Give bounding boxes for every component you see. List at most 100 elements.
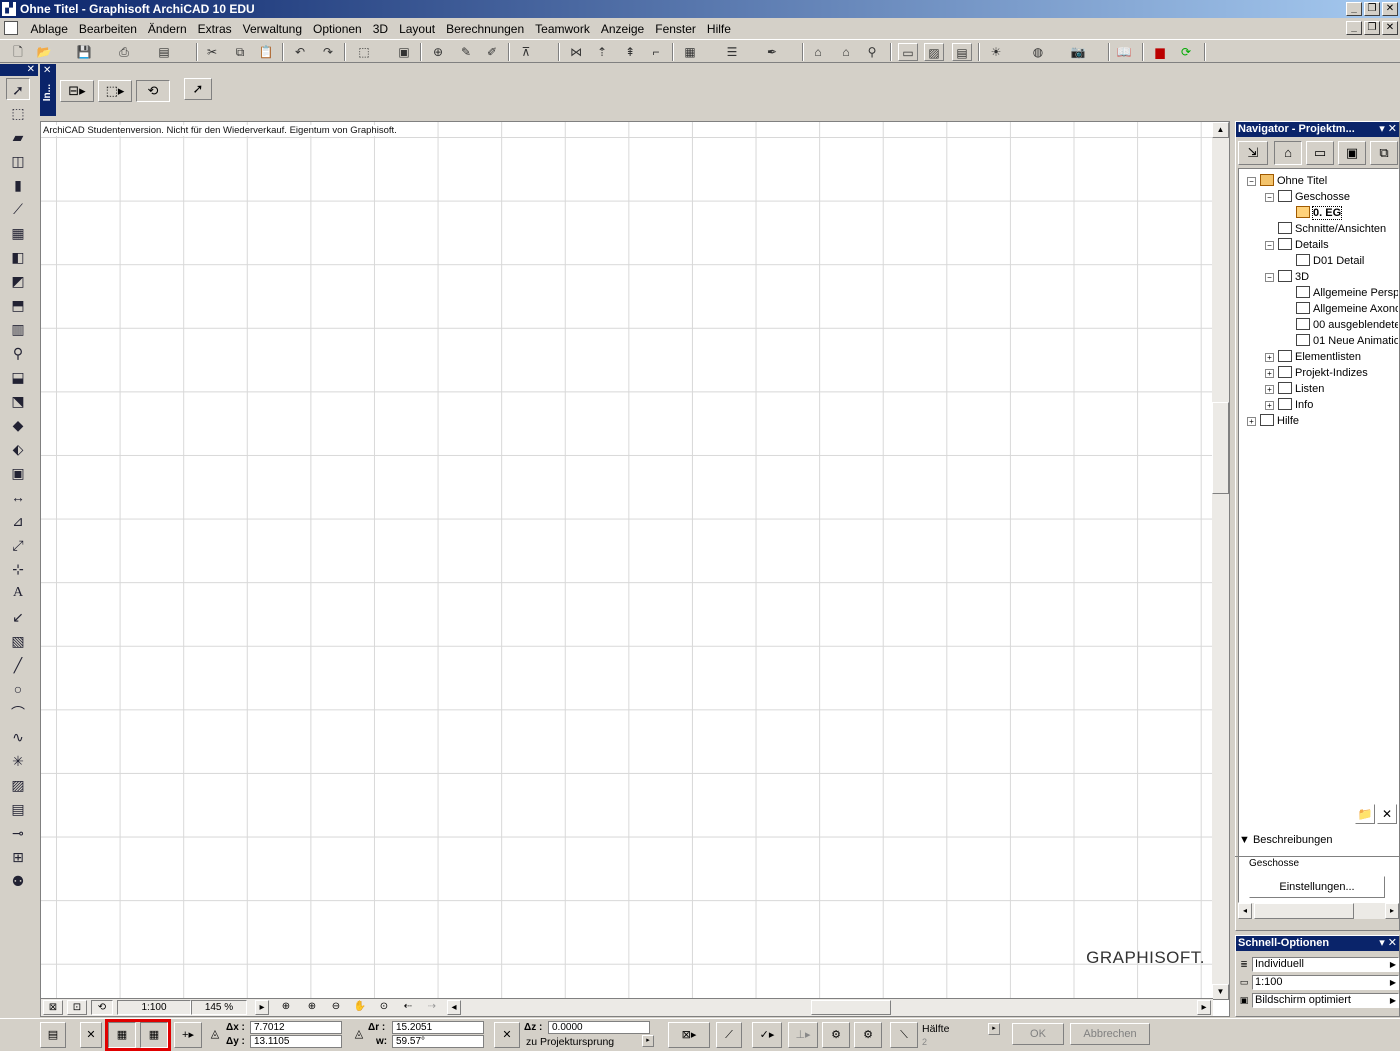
layout-icon[interactable]: ▤ [952, 43, 972, 61]
document-icon[interactable] [4, 21, 18, 35]
angle-field[interactable]: 59.57° [392, 1035, 484, 1048]
tree-item[interactable]: Schnitte/Ansichten [1265, 221, 1386, 237]
view-settings-icon[interactable]: ⊠ [43, 1000, 63, 1015]
beam-tool-icon[interactable]: ▮ [6, 174, 30, 196]
collapse-icon[interactable]: − [1265, 241, 1274, 250]
layout-book-tab[interactable]: ▣ [1338, 141, 1366, 165]
fill-tool-icon[interactable]: ↔ [6, 486, 30, 508]
redo-icon[interactable]: ↷ [318, 43, 338, 61]
scroll-left-icon[interactable]: ◂ [447, 1000, 461, 1015]
object-tool-icon[interactable]: ◧ [6, 246, 30, 268]
3d-explore-icon[interactable]: ⌂ [836, 43, 856, 61]
split-icon[interactable]: ⇡ [592, 43, 612, 61]
print-icon[interactable]: ⎙ [114, 43, 134, 61]
tree-item[interactable]: + Projekt-Indizes [1265, 365, 1368, 381]
constraint-icon[interactable]: ✓▸ [752, 1022, 782, 1048]
line-type-icon[interactable]: ☰ [722, 43, 742, 61]
drawing-tool-icon[interactable]: ╱ [6, 654, 30, 676]
refresh-icon[interactable]: ⟳ [1176, 43, 1196, 61]
line-tool-icon[interactable]: ⊿ [6, 510, 30, 532]
fit-window-icon[interactable]: ⊙ [373, 1000, 395, 1015]
quick-options-header[interactable]: Schnell-Optionen ▾ ✕ [1236, 936, 1399, 951]
level-dim-tool-icon[interactable]: ◆ [6, 414, 30, 436]
close-button[interactable]: ✕ [1382, 2, 1398, 16]
pick-icon[interactable]: ✐ [482, 43, 502, 61]
zoom-fit-icon[interactable]: ⊕ [275, 1000, 297, 1015]
tree-item[interactable]: − Details [1265, 237, 1329, 253]
camera-tool-icon[interactable]: ✳ [6, 750, 30, 772]
plot-icon[interactable]: ▤ [154, 43, 174, 61]
maximize-button[interactable]: ❐ [1364, 2, 1380, 16]
cursor-snap-icon[interactable]: +▸ [174, 1022, 202, 1048]
archicad-app-icon[interactable]: ▞ [2, 2, 16, 16]
vertical-scrollbar[interactable]: ▲ ▼ [1212, 122, 1229, 1000]
worksheet-tool-icon[interactable]: ▤ [6, 798, 30, 820]
new-folder-icon[interactable]: 📁 [1355, 804, 1375, 824]
elevate-icon[interactable]: ⇞ [620, 43, 640, 61]
lamp-tool-icon[interactable]: ◩ [6, 270, 30, 292]
menu-verwaltung[interactable]: Verwaltung [237, 22, 307, 36]
halfway-arrow-icon[interactable]: ▸ [988, 1023, 1000, 1035]
zone-tool-icon[interactable]: ⬓ [6, 366, 30, 388]
expand-icon[interactable]: + [1265, 385, 1274, 394]
grid-tool-icon[interactable]: ⊞ [6, 846, 30, 868]
section-tool-icon[interactable]: ○ [6, 678, 30, 700]
project-map-tab[interactable]: ⌂ [1274, 141, 1302, 165]
tree-item[interactable]: − Geschosse [1265, 189, 1350, 205]
copy-icon[interactable]: ⧉ [230, 43, 250, 61]
publisher-tab[interactable]: ⧉ [1370, 141, 1398, 165]
tree-item[interactable]: 0. EG [1283, 205, 1343, 221]
gravity-icon[interactable]: ⚙ [822, 1022, 850, 1048]
door-tool-icon[interactable]: ▦ [6, 222, 30, 244]
tree-item[interactable]: + Elementlisten [1265, 349, 1361, 365]
close-coordinates-icon[interactable]: ✕ [80, 1022, 102, 1048]
descriptions-section[interactable]: ▼ Beschreibungen [1239, 834, 1332, 846]
menu-extras[interactable]: Extras [192, 22, 237, 36]
menu-aendern[interactable]: Ändern [142, 22, 192, 36]
teamwork-icon[interactable]: ▆ [1150, 43, 1170, 61]
save-icon[interactable]: 💾 [74, 43, 94, 61]
doc-close-button[interactable]: ✕ [1382, 21, 1398, 35]
pencil-icon[interactable]: ✎ [456, 43, 476, 61]
view-map-tab[interactable]: ▭ [1306, 141, 1334, 165]
roof-tool-icon[interactable]: ▥ [6, 318, 30, 340]
zoom-in-icon[interactable]: ⊕ [301, 1000, 323, 1015]
render-icon[interactable]: ◍ [1028, 43, 1048, 61]
marquee-tool-icon[interactable]: ⬚ [6, 102, 30, 124]
arc-tool-icon[interactable]: ⤢ [6, 534, 30, 556]
hotspot-tool-icon[interactable]: ↙ [6, 606, 30, 628]
horizontal-scroll-thumb[interactable] [811, 1000, 891, 1015]
ok-button[interactable]: OK [1012, 1023, 1064, 1045]
toolbox-close-button[interactable]: ✕ [27, 64, 35, 75]
menu-3d[interactable]: 3D [367, 22, 393, 36]
dy-field[interactable]: 13.1105 [250, 1035, 342, 1048]
wall-tool-icon[interactable]: ▰ [6, 126, 30, 148]
spline-tool-icon[interactable]: A [6, 582, 30, 604]
parallel-icon[interactable]: ⊥▸ [788, 1022, 818, 1048]
doc-restore-button[interactable]: ❐ [1364, 21, 1380, 35]
navigator-mode-icon[interactable]: ⇲ [1238, 141, 1268, 165]
collapse-icon[interactable]: − [1247, 177, 1256, 186]
book-icon[interactable]: 📖 [1114, 43, 1134, 61]
snap-points-icon[interactable]: ⟍ [890, 1022, 918, 1048]
find-icon[interactable]: ⊕ [428, 43, 448, 61]
floor-plan-icon[interactable]: ▭ [898, 43, 918, 61]
undo-icon[interactable]: ↶ [290, 43, 310, 61]
tree-item[interactable]: − 3D [1265, 269, 1309, 285]
settings-button[interactable]: Einstellungen... [1249, 876, 1385, 898]
3d-walk-icon[interactable]: ⚲ [862, 43, 882, 61]
control-box-icon[interactable]: ▤ [40, 1022, 66, 1048]
menu-berechnungen[interactable]: Berechnungen [441, 22, 530, 36]
picture-tool-icon[interactable]: ▨ [6, 774, 30, 796]
navigator-header[interactable]: Navigator - Projektm... ▾ ✕ [1236, 122, 1399, 137]
next-zoom-icon[interactable]: ⇢ [421, 1000, 443, 1015]
scale-display[interactable]: 1:100 [117, 1000, 191, 1015]
tree-item[interactable]: Allgemeine Axonometrie [1283, 301, 1398, 317]
change-marker-tool-icon[interactable]: ⊸ [6, 822, 30, 844]
origin-reference-arrow-icon[interactable]: ▸ [642, 1035, 654, 1047]
expand-icon[interactable]: + [1247, 417, 1256, 426]
dx-field[interactable]: 7.7012 [250, 1021, 342, 1034]
title-bar[interactable]: ▞ Ohne Titel - Graphisoft ArchiCAD 10 ED… [0, 0, 1400, 18]
cancel-button[interactable]: Abbrechen [1070, 1023, 1150, 1045]
special-snap-icon[interactable]: ⊠▸ [668, 1022, 710, 1048]
